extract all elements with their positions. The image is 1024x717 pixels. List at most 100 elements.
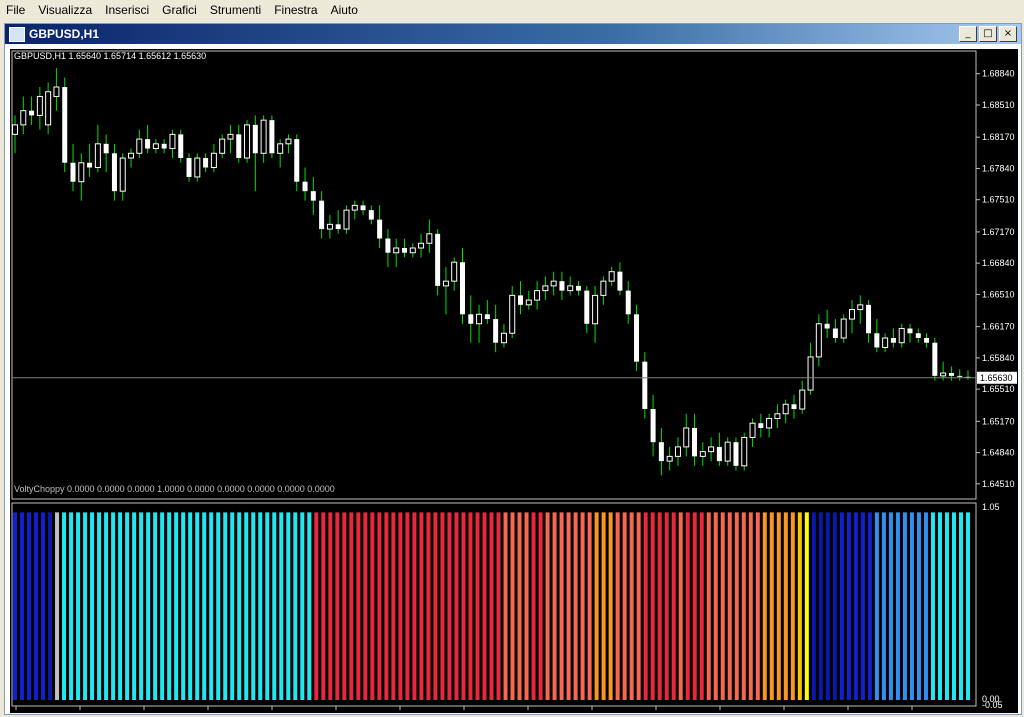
indicator-bar [244, 512, 249, 700]
indicator-bar [748, 512, 753, 700]
candle-body [758, 423, 764, 428]
indicator-bar [314, 512, 319, 700]
indicator-bar [629, 512, 634, 700]
candle-body [600, 280, 607, 296]
indicator-bar [966, 512, 970, 700]
candle-body [874, 333, 880, 348]
price-tick-label: 1.64510 [982, 479, 1015, 489]
candle-body [932, 342, 938, 376]
indicator-bar [202, 512, 207, 700]
price-candles [12, 68, 971, 476]
menu-finestra[interactable]: Finestra [268, 0, 324, 20]
candle-body [260, 119, 267, 154]
candle-body [269, 120, 275, 154]
menu-visualizza[interactable]: Visualizza [32, 0, 99, 20]
candle-body [78, 162, 85, 183]
indicator-bar [468, 512, 473, 700]
chart-area[interactable]: 1.68840 1.68510 1.68170 1.67840 1.67510 1.671… [10, 49, 1018, 713]
candle-body [145, 139, 151, 149]
candle-body [385, 238, 391, 253]
indicator-bar [363, 512, 368, 700]
candle-body [70, 162, 76, 182]
candle-body [683, 427, 690, 448]
indicator-bar [853, 512, 858, 700]
indicator-bar [328, 512, 333, 700]
indicator-header: VoltyChoppy 0.0000 0.0000 0.0000 1.0000 … [14, 484, 335, 494]
indicator-bar [223, 512, 228, 700]
menu-inserisci[interactable]: Inserisci [99, 0, 156, 20]
candle-body [310, 191, 316, 201]
candle-body [493, 319, 499, 343]
candle-body [401, 248, 407, 253]
indicator-bar [895, 512, 900, 700]
candle-body [857, 304, 864, 311]
chart-window-icon[interactable] [9, 27, 25, 42]
candle-body [509, 294, 516, 334]
candle-body [774, 413, 781, 419]
candle-body [29, 110, 35, 116]
menu-grafici[interactable]: Grafici [156, 0, 204, 20]
indicator-bar [69, 512, 74, 700]
candle-body [426, 233, 433, 244]
indicator-bar [692, 512, 697, 700]
chart-window: GBPUSD,H1 _ □ × 1.68840 1.68510 1.68170 1.6… [4, 23, 1022, 715]
candle-body [799, 389, 806, 410]
candle-body [733, 442, 739, 466]
candle-body [559, 281, 565, 291]
candle-body [393, 247, 400, 254]
candle-body [252, 124, 258, 154]
price-tick-label: 1.67170 [982, 227, 1015, 237]
indicator-bar [846, 512, 851, 700]
candle-body [840, 318, 847, 339]
candle-body [550, 280, 557, 287]
indicator-bar [888, 512, 893, 700]
menu-strumenti[interactable]: Strumenti [204, 0, 268, 20]
candle-body [882, 337, 889, 348]
window-title: GBPUSD,H1 [29, 27, 100, 41]
indicator-bar [48, 512, 53, 700]
indicator-bar [104, 512, 109, 700]
candle-body [36, 95, 43, 116]
candle-body [716, 446, 722, 462]
candle-body [567, 285, 574, 292]
indicator-bar [482, 512, 487, 700]
indicator-bar [440, 512, 445, 700]
indicator-bar [671, 512, 676, 700]
indicator-bar [160, 512, 165, 700]
restore-button[interactable]: □ [979, 26, 997, 42]
indicator-bar [881, 512, 886, 700]
candle-body [948, 373, 954, 376]
candle-body [625, 290, 631, 315]
candle-body [848, 309, 855, 320]
chart-canvas[interactable]: 1.68840 1.68510 1.68170 1.67840 1.67510 1.671… [10, 49, 1018, 713]
candle-body [377, 219, 383, 239]
menu-aiuto[interactable]: Aiuto [325, 0, 365, 20]
indicator-bar [720, 512, 725, 700]
indicator-bar [573, 512, 578, 700]
indicator-bar [349, 512, 354, 700]
indicator-bar [636, 512, 641, 700]
window-titlebar[interactable]: GBPUSD,H1 _ □ × [5, 24, 1021, 44]
indicator-bar [237, 512, 242, 700]
indicator-bar [426, 512, 431, 700]
indicator-axis: 1.050.00-0.05 [982, 502, 1003, 710]
price-tick-label: 1.65840 [982, 353, 1015, 363]
indicator-bar [405, 512, 410, 700]
minimize-button[interactable]: _ [959, 26, 977, 42]
candle-body [87, 162, 93, 168]
candle-body [476, 313, 483, 325]
indicator-bar [293, 512, 298, 700]
candle-body [219, 138, 226, 154]
menu-file[interactable]: File [0, 0, 32, 20]
indicator-bar [174, 512, 179, 700]
indicator-bar [83, 512, 88, 700]
indicator-bar [391, 512, 396, 700]
indicator-bar [118, 512, 123, 700]
candle-body [62, 86, 68, 163]
indicator-bar [167, 512, 172, 700]
indicator-bar [272, 512, 277, 700]
close-button[interactable]: × [999, 26, 1017, 42]
candle-body [658, 442, 664, 462]
indicator-bar [622, 512, 627, 700]
current-price-label: 1.65630 [980, 373, 1013, 383]
